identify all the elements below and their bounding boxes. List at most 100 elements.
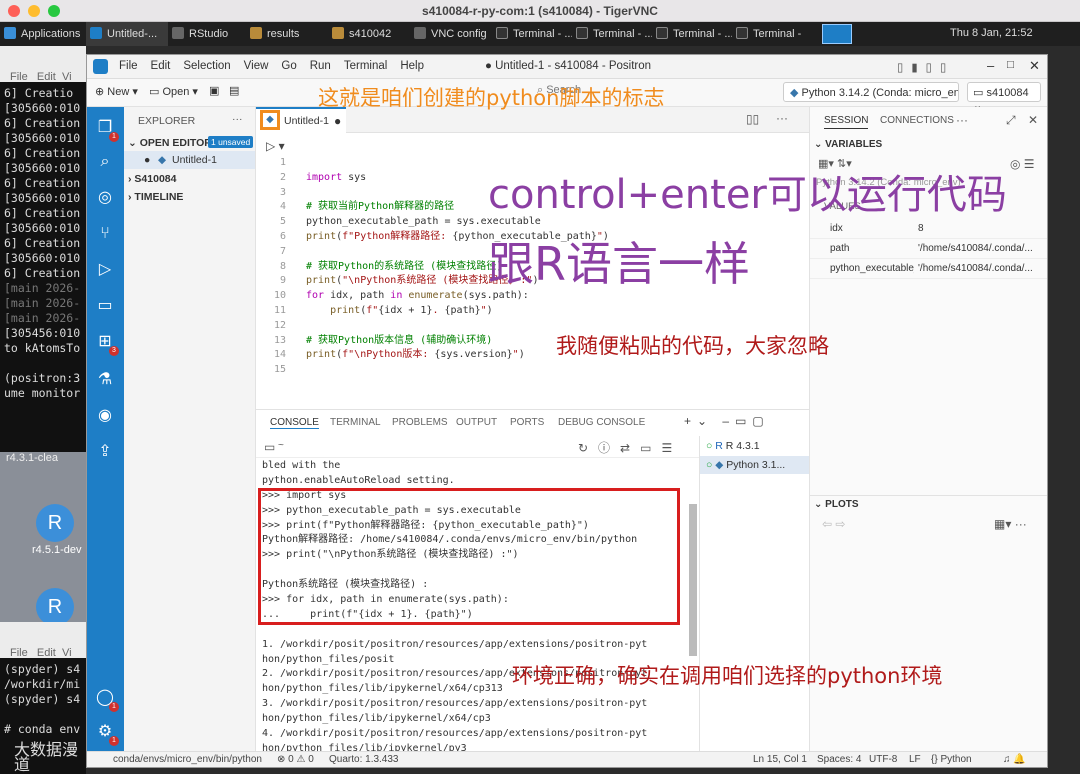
task-label: Terminal - ... — [513, 28, 572, 40]
plots-section[interactable]: ⌄ PLOTS — [814, 499, 859, 510]
variable-name: path — [830, 243, 850, 254]
close-icon[interactable]: ✕ — [1029, 58, 1040, 74]
folder-section[interactable]: › S410084 — [128, 173, 176, 185]
terminal-line: [305660:010 — [4, 191, 81, 205]
variables-section[interactable]: ⌄ VARIABLES — [814, 139, 882, 150]
task-label: Terminal - ... — [593, 28, 652, 40]
workspace-selector[interactable]: ▭ s410084 ⌄ — [967, 82, 1041, 112]
positron-launcher-icon[interactable] — [822, 24, 852, 44]
terminal-line: [305660:010 — [4, 221, 81, 235]
menu-file[interactable]: File — [10, 71, 28, 83]
session-r[interactable]: ○ R R 4.3.1 — [706, 440, 760, 452]
github-icon[interactable]: ◉ — [94, 405, 116, 427]
menu-view[interactable]: Vi — [62, 647, 72, 659]
panel-tab-output[interactable]: OUTPUT — [456, 417, 497, 428]
open-editors-section[interactable]: ⌄ OPEN EDITORS — [128, 137, 219, 149]
menu-file[interactable]: File — [10, 647, 28, 659]
variable-value: '/home/s410084/.conda/... — [918, 243, 1033, 254]
explorer-icon[interactable]: ❐ 1 — [94, 117, 119, 142]
tab-session[interactable]: SESSION — [824, 115, 869, 129]
run-file-icon[interactable]: ▷ ▾ — [266, 139, 285, 153]
language-mode[interactable]: {} Python — [931, 754, 972, 765]
explorer-header: EXPLORER — [138, 115, 196, 127]
run-debug-icon[interactable]: ▷ — [94, 259, 116, 281]
variables-actions[interactable]: ◎ ☰ — [1010, 157, 1035, 171]
new-button[interactable]: ⊕ New ▾ — [95, 85, 138, 98]
menu-edit[interactable]: Edit — [37, 71, 56, 83]
menu-edit[interactable]: Edit — [37, 647, 56, 659]
minimize-icon[interactable]: – — [987, 58, 994, 73]
task-terminal-3[interactable]: Terminal - ... — [652, 22, 732, 46]
settings-gear-icon[interactable]: ⚙ 1 — [94, 721, 119, 746]
encoding[interactable]: UTF-8 — [869, 754, 897, 765]
task-positron[interactable]: Untitled-... — [86, 22, 168, 46]
quarto-version[interactable]: Quarto: 1.3.433 — [329, 754, 399, 765]
search-icon[interactable]: ⌕ — [94, 151, 116, 173]
panel-tab-ports[interactable]: PORTS — [510, 417, 544, 428]
task-s410042[interactable]: s410042 — [328, 22, 410, 46]
more-actions-icon[interactable]: ··· — [776, 111, 788, 125]
maximize-panel-icon[interactable]: ⤢ — [1006, 113, 1016, 128]
more-icon[interactable]: ··· — [956, 113, 968, 127]
publish-icon[interactable]: ⇪ — [94, 441, 116, 463]
indentation[interactable]: Spaces: 4 — [817, 754, 861, 765]
plot-actions[interactable]: ▦▾ ··· — [994, 517, 1027, 531]
unsaved-dot-icon[interactable]: ● — [334, 114, 341, 128]
account-icon[interactable]: ◯ 1 — [94, 687, 119, 712]
console-action-icons[interactable]: ↻ⓘ⇄▭☰ — [578, 439, 682, 456]
task-results[interactable]: results — [246, 22, 328, 46]
layout-toggle-icons[interactable]: ▯▮▯▯ — [897, 60, 954, 74]
task-terminal-4[interactable]: Terminal - — [732, 22, 812, 46]
line-ending[interactable]: LF — [909, 754, 921, 765]
plot-nav-icons[interactable]: ⇦ ⇨ — [822, 517, 845, 531]
open-label: Open — [162, 86, 190, 98]
panel-tab-terminal[interactable]: TERMINAL — [330, 417, 381, 428]
extensions-icon[interactable]: ⊞ 3 — [94, 331, 119, 356]
variable-row[interactable]: path '/home/s410084/.conda/... — [810, 239, 1047, 259]
timeline-section[interactable]: › TIMELINE — [128, 191, 183, 203]
source-control-icon[interactable]: ⑂ — [94, 223, 116, 245]
menu-view[interactable]: Vi — [62, 71, 72, 83]
panel-tab-console[interactable]: CONSOLE — [270, 417, 319, 429]
variable-row[interactable]: idx 8 — [810, 219, 1047, 239]
r-desktop-icon-2[interactable]: R — [36, 588, 74, 626]
panel-tab-problems[interactable]: PROBLEMS — [392, 417, 448, 428]
folder-icon — [332, 27, 344, 39]
maximize-icon[interactable]: □ — [1007, 59, 1014, 71]
terminal-line: /workdir/mi — [4, 677, 81, 691]
sessions-icon[interactable]: ◎ — [94, 187, 116, 209]
variables-label: VARIABLES — [825, 139, 883, 150]
notifications-icon[interactable]: ♫ 🔔 — [1003, 754, 1026, 765]
cursor-position[interactable]: Ln 15, Col 1 — [753, 754, 807, 765]
watermark: 大数据漫道 — [14, 740, 79, 774]
open-editor-item[interactable]: ● ◆ Untitled-1 — [124, 151, 255, 169]
explorer-more-icon[interactable]: ··· — [232, 113, 243, 125]
tab-connections[interactable]: CONNECTIONS — [880, 115, 954, 126]
unsaved-dot-icon: ● — [144, 154, 151, 166]
console-scrollbar[interactable] — [689, 504, 697, 656]
session-python[interactable]: ○ ◆ Python 3.1... — [700, 456, 810, 474]
task-vnc-config[interactable]: VNC config — [410, 22, 492, 46]
remote-icon[interactable]: ▭ — [94, 295, 116, 317]
line-number: 15 — [273, 364, 286, 376]
r-desktop-icon[interactable]: R — [36, 504, 74, 542]
split-editor-icon[interactable]: ▯▯ — [746, 112, 759, 126]
problems-count[interactable]: ⊗ 0 ⚠ 0 — [277, 754, 314, 765]
applications-menu[interactable]: Applications — [0, 22, 86, 46]
open-button[interactable]: ▭ Open ▾ — [149, 85, 198, 98]
env-path[interactable]: conda/envs/micro_env/bin/python — [113, 754, 262, 765]
line-number: 14 — [273, 349, 286, 361]
interpreter-selector[interactable]: ◆ Python 3.14.2 (Conda: micro_env) — [783, 82, 959, 102]
testing-icon[interactable]: ⚗ — [94, 369, 116, 391]
variable-row[interactable]: python_executable_path '/home/s410084/.co… — [810, 259, 1047, 279]
close-panel-icon[interactable]: ✕ — [1028, 113, 1038, 127]
panel-actions-icons[interactable]: +⌄ –▭▢ — [684, 414, 770, 428]
save-icon[interactable]: ▣ — [209, 84, 219, 97]
task-terminal-1[interactable]: Terminal - ... — [492, 22, 572, 46]
background-terminal-2: File Edit Vi (spyder) s4/workdir/mi (spyd… — [0, 622, 86, 774]
save-all-icon[interactable]: ▤ — [229, 84, 239, 97]
panel-tab-debug-console[interactable]: DEBUG CONSOLE — [558, 417, 645, 428]
task-terminal-2[interactable]: Terminal - ... — [572, 22, 652, 46]
task-rstudio[interactable]: RStudio — [168, 22, 246, 46]
line-number: 2 — [279, 171, 286, 183]
